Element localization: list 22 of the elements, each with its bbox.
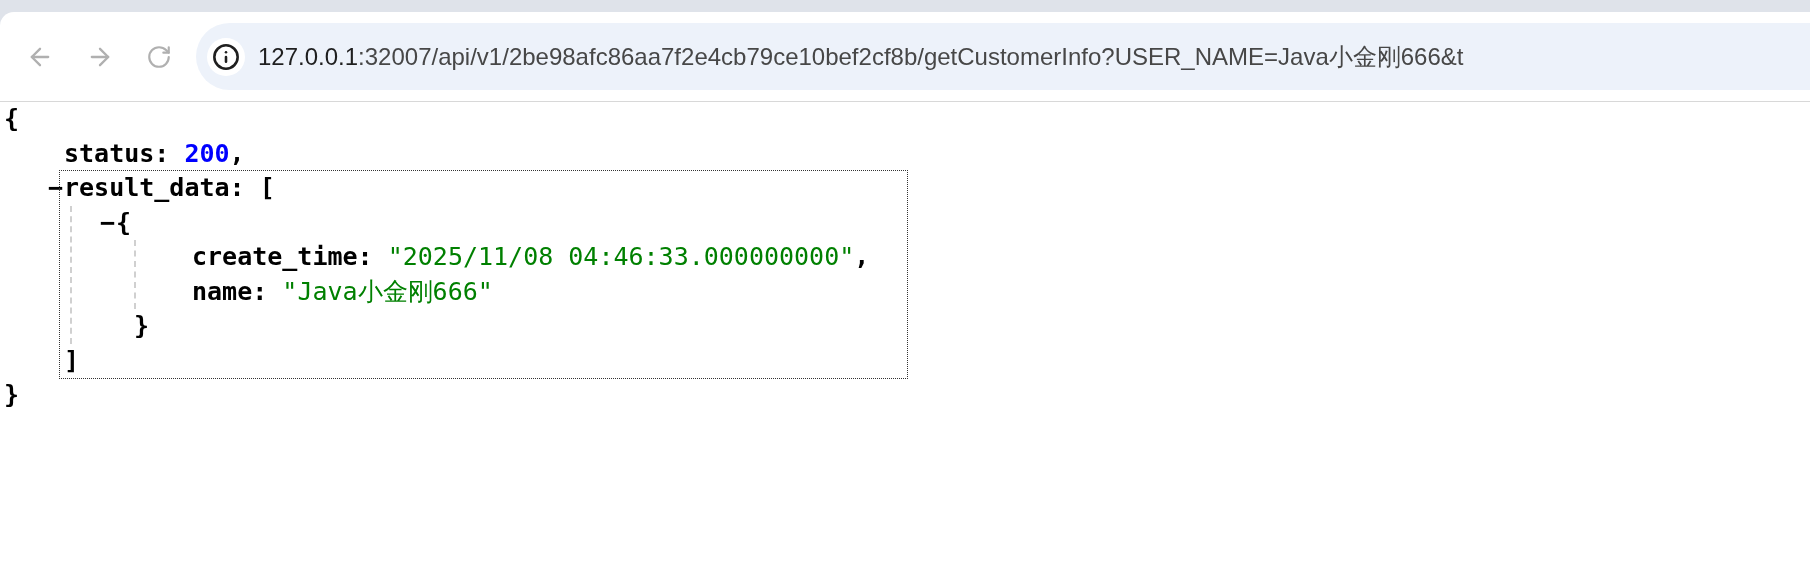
close-bracket: ] xyxy=(64,344,80,377)
json-value: "2025/11/08 04:46:33.000000000" xyxy=(387,241,855,273)
info-icon xyxy=(212,42,240,71)
collapse-toggle[interactable]: − xyxy=(48,171,64,206)
address-bar[interactable]: 127.0.0.1:32007/api/v1/2be98afc86aa7f2e4cb79ce10bef2cf8b/getCustomerInfo?USER_NAME=Java小金刚666&t xyxy=(196,23,1810,90)
json-value: "Java小金刚666" xyxy=(282,275,493,308)
open-bracket: [ xyxy=(259,172,275,204)
json-value: 200 xyxy=(184,137,230,170)
json-key: name: xyxy=(192,274,268,309)
open-brace: { xyxy=(4,103,20,135)
close-brace: } xyxy=(4,379,20,411)
reload-icon xyxy=(146,43,172,70)
close-brace: } xyxy=(134,310,150,342)
json-key: result_data: xyxy=(64,171,245,206)
comma: , xyxy=(854,241,870,273)
url-text: 127.0.0.1:32007/api/v1/2be98afc86aa7f2e4cb79ce10bef2cf8b/getCustomerInfo?USER_NAME=Java小金刚666&t xyxy=(258,41,1464,72)
site-info-button[interactable] xyxy=(207,37,245,76)
open-brace: { xyxy=(116,206,132,239)
collapse-toggle[interactable]: − xyxy=(100,205,116,240)
json-key: status: xyxy=(64,136,170,171)
comma: , xyxy=(229,137,245,170)
json-key: create_time: xyxy=(192,240,373,275)
